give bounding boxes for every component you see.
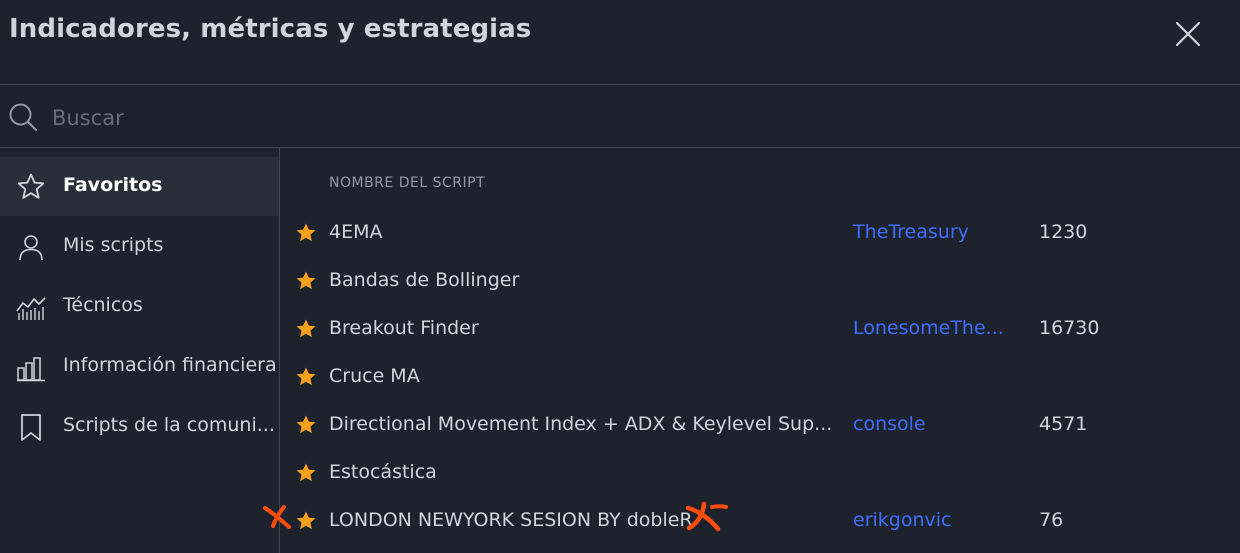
script-author-link[interactable]: erikgonvic (853, 509, 951, 531)
script-author-link[interactable]: LonesomeThe... (853, 317, 1004, 339)
annotation-x-mark-left (263, 505, 291, 529)
star-filled-icon[interactable] (295, 222, 317, 244)
dialog-title: Indicadores, métricas y estrategias (9, 14, 532, 44)
script-likes-count: 16730 (1039, 317, 1100, 339)
sidebar-item-label: Técnicos (63, 294, 143, 316)
user-icon (19, 235, 43, 261)
script-author-link[interactable]: console (853, 413, 926, 435)
script-name: 4EMA (329, 221, 383, 243)
close-icon (1175, 21, 1201, 47)
sidebar-item-label: Información financiera (63, 354, 277, 376)
search-input[interactable] (50, 99, 1204, 137)
script-row[interactable]: 4EMA TheTreasury 1230 (281, 209, 1240, 257)
bookmark-icon (21, 414, 41, 441)
script-list: NOMBRE DEL SCRIPT 4EMA TheTreasury 1230 … (281, 148, 1240, 553)
script-name: Directional Movement Index + ADX & Keyle… (329, 413, 833, 435)
script-author-link[interactable]: TheTreasury (853, 221, 969, 243)
script-name: Cruce MA (329, 365, 420, 387)
star-filled-icon[interactable] (295, 462, 317, 484)
script-row[interactable]: Breakout Finder LonesomeThe... 16730 (281, 305, 1240, 353)
annotation-x-mark-right (685, 501, 728, 532)
script-likes-count: 76 (1039, 509, 1064, 531)
star-filled-icon[interactable] (295, 318, 317, 340)
sidebar-item-favoritos[interactable]: Favoritos (0, 157, 279, 216)
sidebar-item-mis-scripts[interactable]: Mis scripts (0, 217, 279, 276)
dialog-header: Indicadores, métricas y estrategias (0, 0, 1240, 85)
script-name: Bandas de Bollinger (329, 269, 520, 291)
script-row[interactable]: LONDON NEWYORK SESION BY dobleR erikgonv… (281, 497, 1240, 545)
script-row[interactable]: Estocástica (281, 449, 1240, 497)
script-name: Breakout Finder (329, 317, 479, 339)
category-sidebar: Favoritos Mis scripts Técnicos Informaci… (0, 148, 280, 553)
sidebar-item-label: Favoritos (63, 174, 163, 196)
sidebar-item-label: Mis scripts (63, 234, 164, 256)
chart-line-icon (16, 297, 46, 320)
script-row[interactable]: Directional Movement Index + ADX & Keyle… (281, 401, 1240, 449)
star-filled-icon[interactable] (295, 510, 317, 532)
sidebar-item-informacion-financiera[interactable]: Información financiera (0, 337, 279, 396)
star-filled-icon[interactable] (295, 270, 317, 292)
script-row[interactable]: Bandas de Bollinger (281, 257, 1240, 305)
script-likes-count: 4571 (1039, 413, 1088, 435)
star-filled-icon[interactable] (295, 366, 317, 388)
script-name: Estocástica (329, 461, 437, 483)
script-likes-count: 1230 (1039, 221, 1088, 243)
sidebar-item-scripts-comunidad[interactable]: Scripts de la comuni... (0, 397, 279, 456)
bar-chart-icon (17, 357, 45, 382)
close-button[interactable] (1172, 18, 1204, 50)
star-filled-icon[interactable] (295, 414, 317, 436)
search-bar (0, 85, 1240, 148)
search-icon (9, 103, 38, 132)
script-row[interactable]: Cruce MA (281, 353, 1240, 401)
column-header-script-name: NOMBRE DEL SCRIPT (329, 175, 486, 191)
sidebar-item-label: Scripts de la comuni... (63, 414, 275, 436)
script-name: LONDON NEWYORK SESION BY dobleR (329, 509, 693, 531)
sidebar-item-tecnicos[interactable]: Técnicos (0, 277, 279, 336)
star-outline-icon (17, 173, 45, 199)
